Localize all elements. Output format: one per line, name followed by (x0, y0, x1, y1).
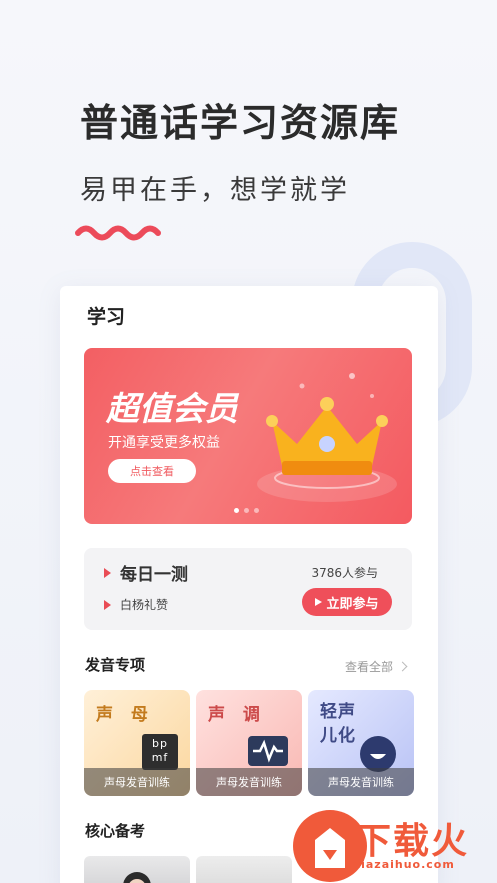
watermark-url: xiazaihuo.com (353, 858, 455, 871)
card-title: 学习 (87, 306, 126, 328)
watermark-text: 下载火 (355, 821, 470, 862)
vip-banner[interactable]: 超值会员 开通享受更多权益 点击查看 (84, 348, 412, 524)
core-video-thumbnail[interactable] (196, 856, 292, 883)
crown-icon (257, 373, 397, 502)
banner-pagination (234, 508, 259, 513)
see-all-link[interactable]: 查看全部 (344, 658, 408, 675)
tile-title: 声 母 (96, 705, 154, 725)
daily-test-panel: 每日一测 3786人参与 白杨礼赞 立即参与 (84, 548, 412, 630)
waveform-icon (248, 736, 288, 766)
triangle-icon (104, 568, 111, 578)
tile-footer: 声母发音训练 (308, 768, 414, 796)
page-subtitle: 易甲在手，想学就学 (80, 175, 350, 206)
watermark-logo: 下载火 xiazaihuo.com (293, 810, 497, 883)
chevron-right-icon (397, 661, 408, 672)
section-heading-pronunciation: 发音专项 (85, 656, 146, 674)
smile-icon (360, 736, 396, 772)
tile-title: 声 调 (208, 705, 266, 725)
banner-subtitle: 开通享受更多权益 (108, 435, 220, 451)
core-video-thumbnail[interactable] (84, 856, 190, 883)
initials-tile[interactable]: 声 母 bp mf 声母发音训练 (84, 690, 190, 796)
tones-tile[interactable]: 声 调 声母发音训练 (196, 690, 302, 796)
daily-test-subject: 白杨礼赞 (120, 598, 169, 612)
tile-footer: 声母发音训练 (84, 768, 190, 796)
tile-footer: 声母发音训练 (196, 768, 302, 796)
view-button[interactable]: 点击查看 (108, 459, 196, 483)
study-card: 学习 超值会员 开通享受更多权益 点击查看 每日一测 3786人参与 白杨礼赞 (60, 286, 438, 883)
play-icon (315, 598, 323, 606)
join-now-label: 立即参与 (326, 596, 379, 612)
section-heading-core: 核心备考 (85, 822, 146, 840)
participant-count: 3786人参与 (311, 566, 378, 580)
daily-test-title: 每日一测 (120, 565, 188, 585)
neutral-tone-tile[interactable]: 轻声 儿化 声母发音训练 (308, 690, 414, 796)
wave-decoration-icon (75, 225, 161, 241)
see-all-label: 查看全部 (344, 660, 393, 674)
join-now-button[interactable]: 立即参与 (302, 588, 392, 616)
bpmf-icon: bp mf (142, 734, 178, 770)
banner-title: 超值会员 (106, 389, 238, 428)
triangle-icon (104, 600, 111, 610)
page-title: 普通话学习资源库 (80, 101, 401, 145)
